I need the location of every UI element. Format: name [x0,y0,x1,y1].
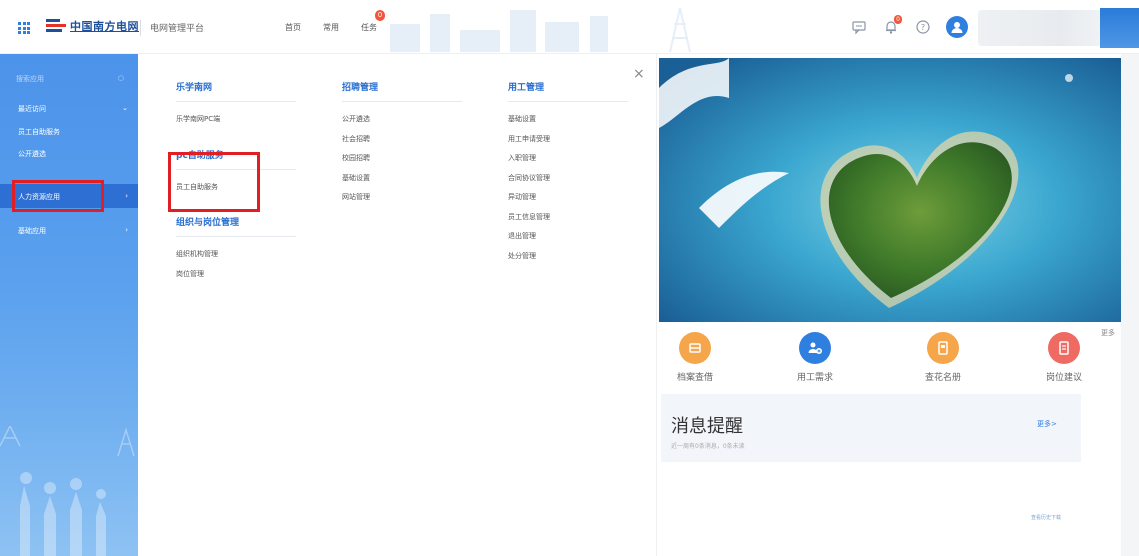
chevron-right-icon: › [125,192,128,200]
sidebar-search-input[interactable]: 搜索应用 ○ [16,74,128,88]
message-more-link[interactable]: 更多> [1037,419,1057,429]
quick-roster[interactable]: 查花名册 [903,332,983,383]
nav-tasks-label: 任务 [361,23,377,32]
help-icon[interactable]: ? [914,18,932,36]
search-icon: ○ [117,74,124,82]
menu-group-title: 招聘管理 [342,80,462,102]
apps-grid-icon[interactable] [18,22,30,34]
close-icon[interactable]: × [633,66,645,82]
document-icon [1048,332,1080,364]
chevron-right-icon: › [125,226,128,234]
scrollbar[interactable] [1121,54,1139,556]
add-user-icon [799,332,831,364]
sidebar-recent[interactable]: 最近访问 [18,104,46,114]
quick-label: 查花名册 [924,373,961,383]
sidebar-item-basic-apps[interactable]: 基础应用 [18,226,46,236]
menu-group-title: 乐学南网 [176,80,296,102]
message-subtitle: 近一周有0条消息，0条未读 [671,443,745,450]
hero-banner-image [659,58,1122,322]
sidebar-recent-item[interactable]: 员工自助服务 [18,127,60,137]
download-history-link[interactable]: 查看历史下载 [1031,514,1061,521]
message-card: 消息提醒 近一周有0条消息，0条未读 更多> [661,394,1081,462]
tasks-badge: 0 [375,10,385,21]
nav-tasks[interactable]: 任务 0 [361,10,385,33]
quick-archive[interactable]: 档案查借 [655,332,735,383]
menu-item[interactable]: 公开遴选 [342,110,462,130]
top-bar: 中国南方电网 电网管理平台 首页 常用 任务 0 0 ? [0,0,1139,54]
quick-label: 岗位建议 [1045,373,1082,383]
archive-icon [679,332,711,364]
skyline-decoration [390,7,691,52]
header-divider [140,20,141,36]
sidebar-item-label: 基础应用 [18,227,46,235]
menu-item[interactable]: 合同协议管理 [508,169,628,189]
menu-group-title: 组织与岗位管理 [176,215,296,237]
menu-column: 用工管理 基础设置 用工申请受理 入职管理 合同协议管理 异动管理 员工信息管理… [508,80,628,266]
message-title: 消息提醒 [671,416,743,437]
menu-item[interactable]: 异动管理 [508,188,628,208]
svg-text:?: ? [921,23,925,32]
csg-logo-icon [46,18,66,34]
user-avatar[interactable] [946,16,968,38]
bell-icon[interactable]: 0 [882,15,902,36]
sidebar-recent-label: 最近访问 [18,105,46,113]
top-nav: 首页 常用 任务 0 [285,10,385,33]
menu-item[interactable]: 入职管理 [508,149,628,169]
quick-label: 档案查借 [676,373,713,383]
menu-panel: 乐学南网 乐学南网PC端 pc自助服务 员工自助服务 组织与岗位管理 组织机构管… [138,54,656,556]
brand-logo[interactable]: 中国南方电网 [46,18,139,34]
nav-home[interactable]: 首页 [285,22,301,33]
sidebar-search-placeholder: 搜索应用 [16,75,44,83]
menu-group-title: 用工管理 [508,80,628,102]
brand-name: 中国南方电网 [70,20,139,33]
sidebar-recent-item[interactable]: 公开遴选 [18,149,46,159]
menu-item[interactable]: 乐学南网PC端 [176,110,296,130]
header-tools: 0 ? [850,15,968,38]
platform-name: 电网管理平台 [150,24,205,34]
quick-actions: 档案查借 用工需求 查花名册 岗位建议 [657,326,1122,396]
bell-badge: 0 [894,15,902,24]
workers-illustration [0,426,135,556]
menu-item[interactable]: 网站管理 [342,188,462,208]
quick-more-link[interactable]: 更多 [1101,328,1115,338]
sidebar: 搜索应用 ○ 最近访问 ⌄ 员工自助服务 公开遴选 人力资源应用 › 基础应用 … [0,54,138,556]
menu-item[interactable]: 社会招聘 [342,130,462,150]
menu-item[interactable]: 处分管理 [508,247,628,267]
menu-item[interactable]: 组织机构管理 [176,245,296,265]
home-panel: 档案查借 用工需求 查花名册 岗位建议 更多 消息提醒 近一周有0条消息，0条未… [656,54,1122,556]
menu-item[interactable]: 退出管理 [508,227,628,247]
roster-icon [927,332,959,364]
menu-item[interactable]: 用工申请受理 [508,130,628,150]
quick-staff-demand[interactable]: 用工需求 [775,332,855,383]
user-menu-blurred[interactable] [1100,8,1139,48]
highlight-box [168,152,260,212]
highlight-box [12,180,104,212]
menu-column: 招聘管理 公开遴选 社会招聘 校园招聘 基础设置 网站管理 [342,80,462,208]
quick-post-suggestion[interactable]: 岗位建议 [1024,332,1104,383]
nav-common[interactable]: 常用 [323,22,339,33]
menu-item[interactable]: 校园招聘 [342,149,462,169]
quick-label: 用工需求 [796,373,833,383]
menu-item[interactable]: 基础设置 [342,169,462,189]
menu-item[interactable]: 员工信息管理 [508,208,628,228]
chevron-down-icon: ⌄ [122,104,128,112]
user-info-blurred[interactable] [978,10,1118,46]
chat-icon[interactable] [850,18,868,36]
menu-item[interactable]: 基础设置 [508,110,628,130]
menu-item[interactable]: 岗位管理 [176,265,296,285]
